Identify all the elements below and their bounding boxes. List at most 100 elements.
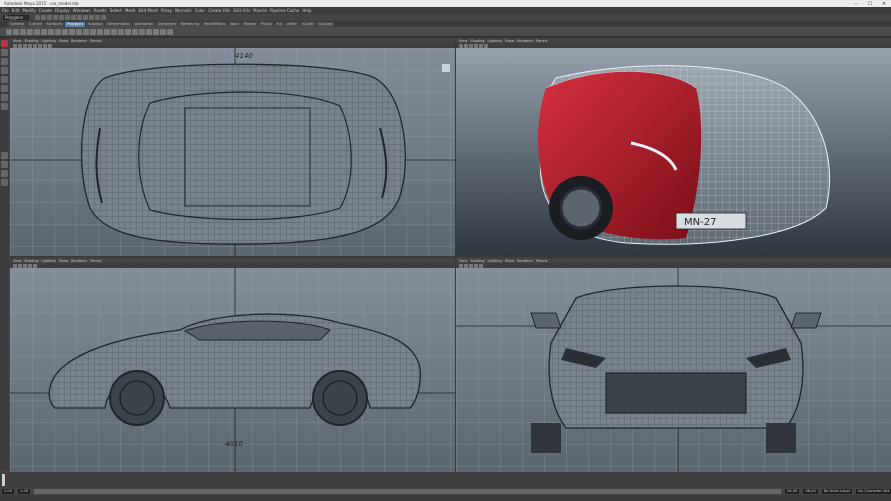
character-set-dropdown[interactable]: No Character Set [856,488,891,494]
poly-cone-icon[interactable] [27,28,33,35]
menu-muscle[interactable]: Muscle [253,8,267,13]
poly-cube-icon[interactable] [13,28,19,35]
side-camera-icon[interactable] [13,263,17,268]
soft-select-icon[interactable] [153,28,159,35]
layout-persp-graph-icon[interactable] [1,170,8,177]
smooth-icon[interactable] [104,28,110,35]
insert-edge-loop-icon[interactable] [90,28,96,35]
layout-single-icon[interactable] [1,152,8,159]
minimize-button[interactable]: – [849,0,863,7]
menu-file[interactable]: File [2,8,9,13]
poly-torus-icon[interactable] [41,28,47,35]
layout-outliner-icon[interactable] [1,179,8,186]
side-menu-shading[interactable]: Shading [24,259,38,263]
menu-create[interactable]: Create [39,8,52,13]
range-end-field[interactable]: 24.00 [785,488,800,494]
grid-toggle-icon[interactable] [48,43,52,48]
select-tool-icon[interactable] [1,40,8,47]
side-shaded-icon[interactable] [23,263,27,268]
persp-menu-panels[interactable]: Panels [536,39,547,43]
persp-shaded-icon[interactable] [469,43,473,48]
separate-icon[interactable] [55,28,61,35]
menu-edit-uvs[interactable]: Edit UVs [233,8,250,13]
menu-assets[interactable]: Assets [94,8,107,13]
viewport-menu-view[interactable]: View [13,39,21,43]
scale-tool-icon[interactable] [1,85,8,92]
move-tool-icon[interactable] [1,67,8,74]
side-menu-renderer[interactable]: Renderer [71,259,87,263]
menu-proxy[interactable]: Proxy [161,8,172,13]
menu-select[interactable]: Select [110,8,122,13]
front-menu-lighting[interactable]: Lighting [488,259,502,263]
viewport-menu-panels[interactable]: Panels [90,39,101,43]
anim-layer-dropdown[interactable]: No Anim Layer [821,488,853,494]
layout-four-icon[interactable] [1,161,8,168]
front-shaded-icon[interactable] [469,263,473,268]
persp-menu-view[interactable]: View [459,39,467,43]
front-menu-panels[interactable]: Panels [536,259,547,263]
viewport-top[interactable]: View Shading Lighting Show Renderer Pane… [10,38,455,256]
shaded-icon[interactable] [23,43,27,48]
merge-icon[interactable] [97,28,103,35]
persp-menu-renderer[interactable]: Renderer [517,39,533,43]
menu-edit-mesh[interactable]: Edit Mesh [139,8,159,13]
front-camera-icon[interactable] [459,263,463,268]
camera-icon[interactable] [13,43,17,48]
side-lights-icon[interactable] [33,263,37,268]
viewport-menu-shading[interactable]: Shading [24,39,38,43]
menu-help[interactable]: Help [302,8,311,13]
viewport-perspective[interactable]: View Shading Lighting Show Renderer Pane… [456,38,891,256]
view-cube-icon[interactable] [442,64,450,72]
persp-wireframe-icon[interactable] [464,43,468,48]
menu-normals[interactable]: Normals [175,8,192,13]
close-button[interactable]: ✕ [877,0,891,7]
menu-display[interactable]: Display [55,8,70,13]
normals-icon[interactable] [160,28,166,35]
mirror-icon[interactable] [118,28,124,35]
persp-textured-icon[interactable] [474,43,478,48]
planar-map-icon[interactable] [132,28,138,35]
append-icon[interactable] [76,28,82,35]
viewport-menu-lighting[interactable]: Lighting [42,39,56,43]
side-textured-icon[interactable] [28,263,32,268]
front-wireframe-icon[interactable] [464,263,468,268]
command-line[interactable] [0,495,891,501]
side-menu-lighting[interactable]: Lighting [42,259,56,263]
menu-color[interactable]: Color [195,8,205,13]
maximize-button[interactable]: ☐ [863,0,877,7]
shadow-icon[interactable] [38,43,42,48]
poly-sphere-icon[interactable] [6,28,12,35]
front-menu-renderer[interactable]: Renderer [517,259,533,263]
front-menu-shading[interactable]: Shading [470,259,484,263]
poly-plane-icon[interactable] [34,28,40,35]
history-icon[interactable] [167,28,173,35]
select-object-icon[interactable] [59,15,64,20]
time-slider[interactable] [0,473,891,487]
menu-pipeline-cache[interactable]: Pipeline Cache [270,8,299,13]
start-time-field[interactable]: 1.00 [2,488,15,494]
new-scene-icon[interactable] [35,15,40,20]
persp-camera-icon[interactable] [459,43,463,48]
bridge-icon[interactable] [69,28,75,35]
render-icon[interactable] [89,15,94,20]
range-slider-bar[interactable] [34,488,782,494]
front-textured-icon[interactable] [474,263,478,268]
viewport-menu-renderer[interactable]: Renderer [71,39,87,43]
menu-modify[interactable]: Modify [22,8,35,13]
front-lights-icon[interactable] [479,263,483,268]
wireframe-icon[interactable] [18,43,22,48]
poly-cylinder-icon[interactable] [20,28,26,35]
lights-icon[interactable] [33,43,37,48]
side-view-canvas[interactable]: 4010 [10,268,455,472]
lasso-tool-icon[interactable] [1,49,8,56]
side-menu-show[interactable]: Show [59,259,68,263]
snap-curve-icon[interactable] [77,15,82,20]
front-menu-view[interactable]: View [459,259,467,263]
textured-icon[interactable] [28,43,32,48]
split-icon[interactable] [83,28,89,35]
ipr-render-icon[interactable] [95,15,100,20]
snap-grid-icon[interactable] [71,15,76,20]
combine-icon[interactable] [48,28,54,35]
end-time-field[interactable]: 48.00 [803,488,818,494]
snap-point-icon[interactable] [83,15,88,20]
